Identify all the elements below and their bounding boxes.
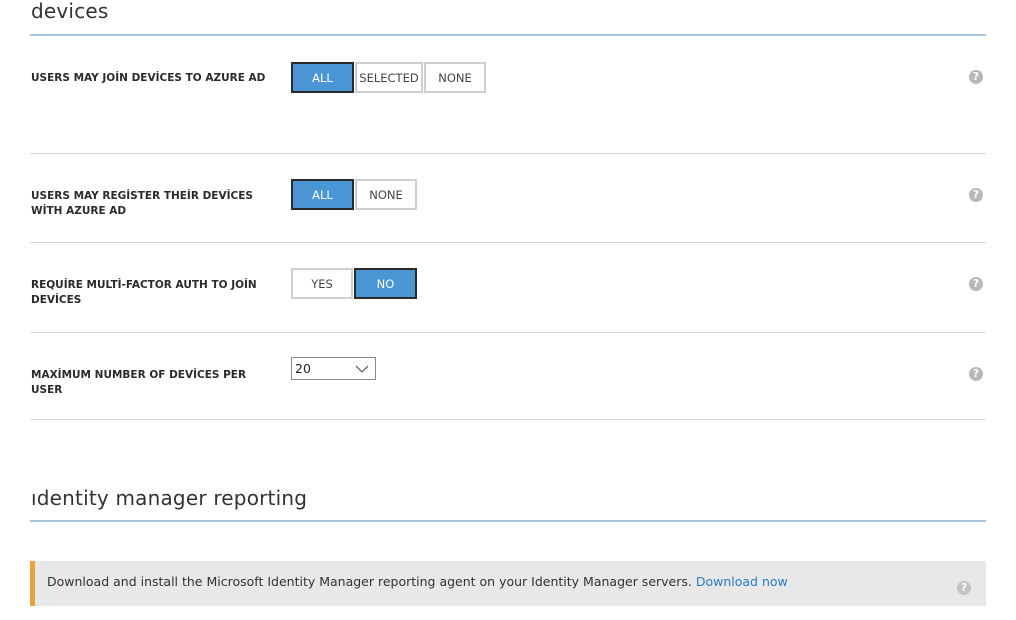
join-devices-help-icon[interactable]: ?: [969, 70, 983, 84]
banner-text: Download and install the Microsoft Ident…: [47, 574, 692, 589]
mfa-join-label: REQUİRE MULTİ-FACTOR AUTH TO JOİN DEVİCE…: [31, 279, 257, 306]
row-divider: [30, 419, 986, 420]
row-divider: [30, 242, 986, 243]
reporting-agent-banner: Download and install the Microsoft Ident…: [30, 561, 986, 606]
mfa-join-option-no[interactable]: NO: [354, 268, 417, 299]
register-devices-option-none[interactable]: NONE: [355, 179, 417, 210]
join-devices-option-all[interactable]: ALL: [291, 62, 354, 93]
mfa-join-option-yes[interactable]: YES: [291, 268, 353, 299]
register-devices-toggle: ALL NONE: [291, 179, 418, 210]
max-devices-help-icon[interactable]: ?: [969, 367, 983, 381]
reporting-section-rule: [30, 520, 986, 522]
devices-section-title: devices: [31, 0, 109, 23]
reporting-section-title: ıdentity manager reporting: [31, 486, 308, 510]
register-devices-help-icon[interactable]: ?: [969, 188, 983, 202]
join-devices-option-none[interactable]: NONE: [424, 62, 486, 93]
join-devices-option-selected[interactable]: SELECTED: [355, 62, 423, 93]
join-devices-label: USERS MAY JOİN DEVİCES TO AZURE AD: [31, 72, 266, 84]
register-devices-label: USERS MAY REGİSTER THEİR DEVİCES WİTH AZ…: [31, 190, 253, 217]
download-now-link[interactable]: Download now: [696, 574, 788, 589]
banner-message: Download and install the Microsoft Ident…: [47, 574, 788, 589]
max-devices-value: 20: [295, 361, 311, 376]
row-divider: [30, 153, 986, 154]
max-devices-label: MAXİMUM NUMBER OF DEVİCES PER USER: [31, 369, 247, 396]
mfa-join-help-icon[interactable]: ?: [969, 277, 983, 291]
max-devices-select[interactable]: 20: [291, 357, 376, 380]
chevron-down-icon: [355, 365, 369, 373]
row-divider: [30, 332, 986, 333]
mfa-join-toggle: YES NO: [291, 268, 418, 299]
devices-settings-page: devices USERS MAY JOİN DEVİCES TO AZURE …: [0, 0, 1016, 620]
join-devices-toggle: ALL SELECTED NONE: [291, 62, 487, 93]
register-devices-option-all[interactable]: ALL: [291, 179, 354, 210]
devices-section-rule: [30, 34, 986, 36]
banner-help-icon[interactable]: ?: [957, 581, 971, 595]
